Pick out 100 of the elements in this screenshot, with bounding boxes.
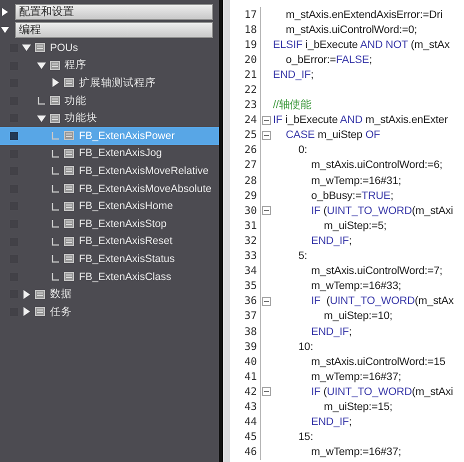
line-number: 19: [243, 38, 258, 51]
line-number: 33: [243, 250, 258, 262]
line-number: 20: [243, 54, 258, 66]
code-line: 0:: [297, 144, 308, 156]
item-icon: [64, 184, 74, 194]
collapse-icon[interactable]: [262, 130, 271, 140]
code-line: IF i_bExecute AND m_stAxis.enExter: [273, 114, 448, 126]
tree-item[interactable]: 任务: [0, 302, 219, 320]
line-number: 22: [243, 84, 258, 96]
tree-item[interactable]: FB_ExtenAxisHome: [0, 197, 219, 215]
code-line: o_bError:=FALSE;: [284, 54, 372, 66]
tree-item[interactable]: 功能: [0, 92, 219, 110]
collapse-icon[interactable]: [262, 206, 271, 216]
collapse-icon[interactable]: [262, 387, 271, 396]
code-line: END_IF;: [273, 68, 314, 81]
code-line: m_stAxis.uiControlWord:=6;: [310, 159, 442, 172]
tree-item[interactable]: POUs: [0, 39, 219, 57]
code-line: m_wTemp:=16#37;: [310, 446, 402, 458]
code-line: m_stAxis.enExtendAxisError:=Dri: [284, 8, 443, 21]
line-number: 44: [243, 416, 258, 428]
line-number: 17: [243, 8, 258, 21]
code-line: 10:: [297, 340, 314, 353]
line-number: 32: [243, 234, 258, 247]
item-icon: [64, 272, 74, 282]
code-line: o_bBusy:=TRUE;: [310, 190, 394, 202]
collapse-icon[interactable]: [262, 116, 271, 125]
item-icon: [35, 307, 45, 316]
code-line: CASE m_uiStep OF: [284, 129, 380, 142]
line-number: 43: [243, 400, 258, 413]
collapse-icon[interactable]: [262, 296, 271, 306]
item-icon: [64, 254, 74, 264]
code-line: m_wTemp:=16#33;: [310, 280, 402, 292]
expander-icon[interactable]: [51, 78, 60, 88]
section-header[interactable]: 配置和设置: [15, 4, 213, 20]
item-icon: [64, 148, 74, 158]
line-number: 25: [243, 129, 258, 142]
tree-item[interactable]: 数据: [0, 285, 219, 303]
item-icon: [35, 290, 45, 299]
tree-item[interactable]: FB_ExtenAxisMoveAbsolute: [0, 180, 219, 198]
expander-icon[interactable]: [22, 43, 31, 52]
code-line: IF (UINT_TO_WORD(m_stAxi: [310, 204, 454, 217]
line-number: 30: [243, 204, 258, 217]
tree-item[interactable]: FB_ExtenAxisStop: [0, 214, 219, 233]
item-icon: [64, 202, 74, 211]
code-line: ELSIF i_bExecute AND NOT (m_stAx: [273, 38, 450, 51]
code-line: END_IF;: [310, 326, 352, 338]
tree-item[interactable]: FB_ExtenAxisJog: [0, 144, 219, 162]
item-icon: [64, 236, 74, 246]
code-line: m_uiStep:=15;: [322, 400, 392, 413]
line-number: 37: [243, 310, 258, 322]
item-icon: [35, 43, 45, 52]
line-number: 41: [243, 370, 258, 383]
item-icon: [64, 219, 74, 228]
code-line: END_IF;: [310, 416, 352, 428]
expander-icon[interactable]: [36, 60, 46, 70]
line-number: 29: [243, 190, 258, 202]
tree-item[interactable]: 扩展轴测试程序: [0, 74, 219, 92]
tree-connector-icon: [36, 96, 46, 106]
code-line: m_uiStep:=10;: [322, 310, 392, 322]
item-icon: [64, 131, 74, 140]
expander-icon[interactable]: [22, 307, 31, 316]
code-line: END_IF;: [310, 234, 352, 247]
code-line: m_uiStep:=5;: [322, 220, 387, 232]
row-marker: [10, 132, 18, 140]
item-icon: [64, 78, 74, 88]
line-number: 21: [243, 68, 258, 81]
line-number: 26: [243, 144, 258, 156]
line-number: 35: [243, 280, 258, 292]
code-line: 5:: [297, 250, 308, 262]
expander-icon[interactable]: [36, 114, 46, 123]
code-line: m_wTemp:=16#37;: [310, 370, 402, 383]
line-number: 18: [243, 24, 258, 36]
line-number: 24: [243, 114, 258, 126]
line-number: 31: [243, 220, 258, 232]
expander-icon[interactable]: [22, 290, 31, 299]
code-line: IF (UINT_TO_WORD(m_stAxi: [310, 386, 454, 398]
section-header[interactable]: 编程: [15, 22, 213, 38]
line-number: 28: [243, 174, 258, 187]
code-line: //轴使能: [273, 98, 312, 112]
line-number: 40: [243, 356, 258, 368]
code-line: 15:: [297, 431, 314, 444]
line-number: 39: [243, 340, 258, 353]
line-number: 38: [243, 326, 258, 338]
tree-item[interactable]: 程序: [0, 56, 219, 74]
tree-item[interactable]: FB_ExtenAxisClass: [0, 268, 219, 286]
tree-item[interactable]: FB_ExtenAxisMoveRelative: [0, 162, 219, 180]
expander-icon[interactable]: [1, 8, 9, 16]
line-number: 42: [243, 386, 258, 398]
tree-item[interactable]: 功能块: [0, 109, 219, 127]
tree-item[interactable]: FB_ExtenAxisStatus: [0, 250, 219, 268]
line-number: 34: [243, 265, 258, 278]
line-number: 23: [243, 99, 258, 112]
code-line: m_wTemp:=16#31;: [310, 174, 402, 187]
item-icon: [50, 114, 60, 123]
line-number: 46: [243, 446, 258, 458]
item-icon: [50, 60, 60, 70]
tree-item[interactable]: FB_ExtenAxisReset: [0, 232, 219, 250]
expander-icon[interactable]: [1, 26, 9, 34]
item-icon: [50, 96, 60, 106]
code-line: m_stAxis.uiControlWord:=15: [310, 356, 446, 368]
